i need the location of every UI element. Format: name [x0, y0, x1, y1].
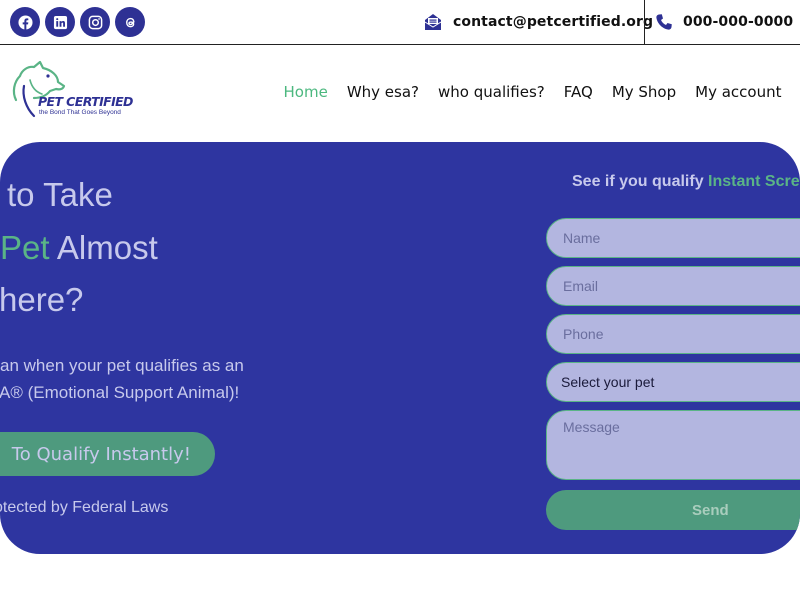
nav-my-account[interactable]: My account: [686, 83, 791, 101]
hero-headline-line-2: Pet Almost: [0, 229, 158, 267]
nav-who-qualifies[interactable]: who qualifies?: [429, 83, 555, 101]
nav-my-shop[interactable]: My Shop: [602, 83, 685, 101]
email-input[interactable]: Email: [546, 266, 800, 306]
phone-text: 000-000-0000: [683, 14, 794, 30]
message-textarea[interactable]: Message: [546, 410, 800, 480]
linkedin-icon[interactable]: [45, 7, 75, 37]
logo-title: PET CERTIFIED: [38, 94, 133, 109]
threads-icon[interactable]: [115, 7, 145, 37]
hero-headline-line-3: here?: [0, 281, 84, 318]
contact-email[interactable]: contact@petcertified.org: [423, 11, 653, 33]
form-title-green: Instant Scre: [708, 173, 800, 190]
protected-text: otected by Federal Laws: [0, 499, 169, 516]
nav-why-esa[interactable]: Why esa?: [337, 83, 428, 101]
hero-subtext-line-1: an when your pet qualifies as an: [0, 356, 244, 375]
hero-headline-line-1: to Take: [7, 176, 113, 213]
contact-phone[interactable]: 000-000-0000: [655, 11, 793, 33]
name-input[interactable]: Name: [546, 218, 800, 258]
email-text: contact@petcertified.org: [453, 14, 654, 30]
hero-headline-green: Pet: [0, 229, 50, 266]
nav-faq[interactable]: FAQ: [554, 83, 602, 101]
hero-section: to Take Pet Almost here? an when your pe…: [0, 142, 800, 554]
nav-home[interactable]: Home: [274, 83, 337, 101]
form-title: See if you qualify Instant Scre: [572, 173, 800, 191]
phone-icon: [656, 14, 672, 30]
qualify-cta-button[interactable]: To Qualify Instantly!: [0, 432, 215, 476]
instagram-icon[interactable]: [80, 7, 110, 37]
hero-subtext-line-2: A® (Emotional Support Animal)!: [0, 383, 240, 402]
form-title-text: See if you qualify: [572, 173, 709, 190]
send-button[interactable]: Send: [546, 490, 800, 530]
facebook-icon[interactable]: [10, 7, 40, 37]
envelope-icon: [424, 14, 442, 30]
top-bar: contact@petcertified.org 000-000-0000: [0, 0, 800, 45]
topbar-divider: [644, 0, 645, 44]
hero-headline-rest: Almost: [49, 229, 158, 266]
logo-tagline: the Bond That Goes Beyond: [39, 109, 121, 116]
main-nav: Home Why esa? who qualifies? FAQ My Shop…: [274, 83, 791, 101]
phone-input[interactable]: Phone: [546, 314, 800, 354]
pet-select[interactable]: Select your pet: [546, 362, 800, 402]
